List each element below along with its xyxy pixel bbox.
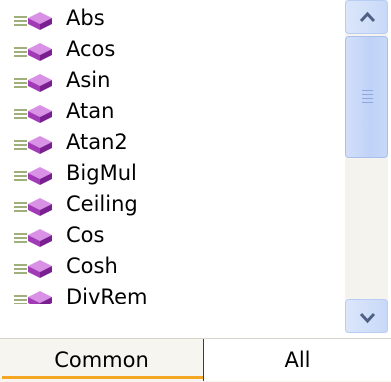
grip-line — [362, 94, 373, 95]
tab-common[interactable]: Common — [0, 339, 203, 381]
scroll-down-button[interactable] — [345, 299, 388, 333]
method-icon — [14, 167, 52, 185]
tab-bar: Common All — [0, 338, 391, 382]
method-icon — [14, 12, 52, 30]
item-label: Ceiling — [66, 192, 138, 216]
item-label: Abs — [66, 6, 105, 30]
scroll-thumb[interactable] — [345, 36, 388, 158]
method-icon — [14, 229, 52, 247]
item-label: Asin — [66, 68, 111, 92]
grip-line — [362, 90, 373, 91]
method-icon — [14, 260, 52, 278]
item-label: DivRem — [66, 285, 148, 304]
item-label: Cosh — [66, 254, 118, 278]
method-icon — [14, 74, 52, 92]
tab-all[interactable]: All — [203, 339, 391, 381]
item-label: BigMul — [66, 161, 137, 185]
vertical-scrollbar[interactable] — [345, 0, 388, 333]
method-icon — [14, 105, 52, 123]
item-label: Atan — [66, 99, 115, 123]
chevron-up-icon — [359, 11, 376, 23]
chevron-down-icon — [359, 312, 376, 324]
grip-line — [362, 98, 373, 99]
method-icon — [14, 136, 52, 154]
item-label: Acos — [66, 37, 116, 61]
method-icon — [14, 43, 52, 61]
item-label: Cos — [66, 223, 105, 247]
method-icon — [14, 291, 52, 304]
method-icon — [14, 198, 52, 216]
scroll-up-button[interactable] — [345, 0, 388, 34]
member-list: Abs Acos Asin Atan Atan2 BigMul Ceiling … — [0, 0, 338, 304]
item-label: Atan2 — [66, 130, 128, 154]
grip-line — [362, 102, 373, 103]
